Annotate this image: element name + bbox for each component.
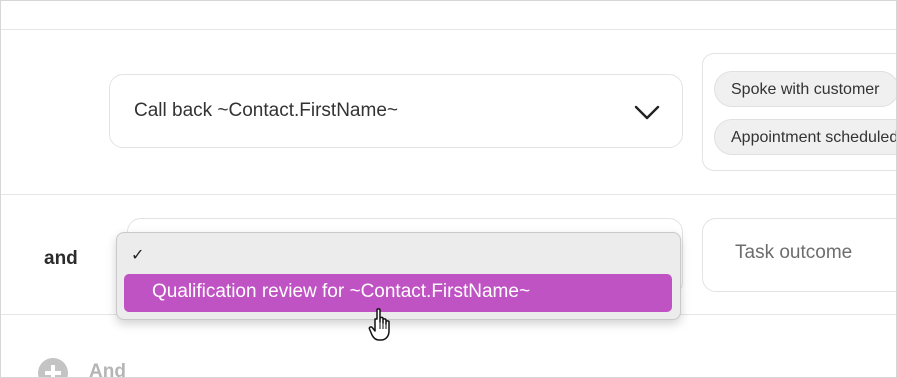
checkmark-icon: ✓: [131, 247, 145, 264]
chevron-down-icon: [634, 105, 660, 120]
outcome-tag[interactable]: Appointment scheduled: [714, 119, 896, 155]
dropdown-option-label: Qualification review for ~Contact.FirstN…: [152, 281, 531, 302]
dropdown-option-qualification-review[interactable]: Qualification review for ~Contact.FirstN…: [124, 274, 672, 312]
plus-circle-icon: [38, 358, 68, 377]
task-title-value: Call back ~Contact.FirstName~: [134, 100, 398, 121]
task-outcome-placeholder: Task outcome: [735, 242, 853, 263]
task-outcome-tags[interactable]: Spoke with customer Appointment schedule…: [702, 53, 896, 171]
task-title-select[interactable]: Call back ~Contact.FirstName~: [109, 74, 683, 148]
outcome-tag[interactable]: Spoke with customer: [714, 71, 896, 107]
add-and-label: And: [89, 361, 126, 378]
divider: [1, 29, 896, 30]
rule-builder-panel: Call back ~Contact.FirstName~ Spoke with…: [0, 0, 897, 378]
task-title-dropdown-menu: ✓ Qualification review for ~Contact.Firs…: [116, 232, 681, 320]
task-outcome-field[interactable]: Task outcome: [702, 218, 896, 292]
and-connector-label: and: [44, 248, 78, 269]
divider: [1, 194, 896, 195]
hand-pointer-cursor-icon: [368, 308, 390, 341]
